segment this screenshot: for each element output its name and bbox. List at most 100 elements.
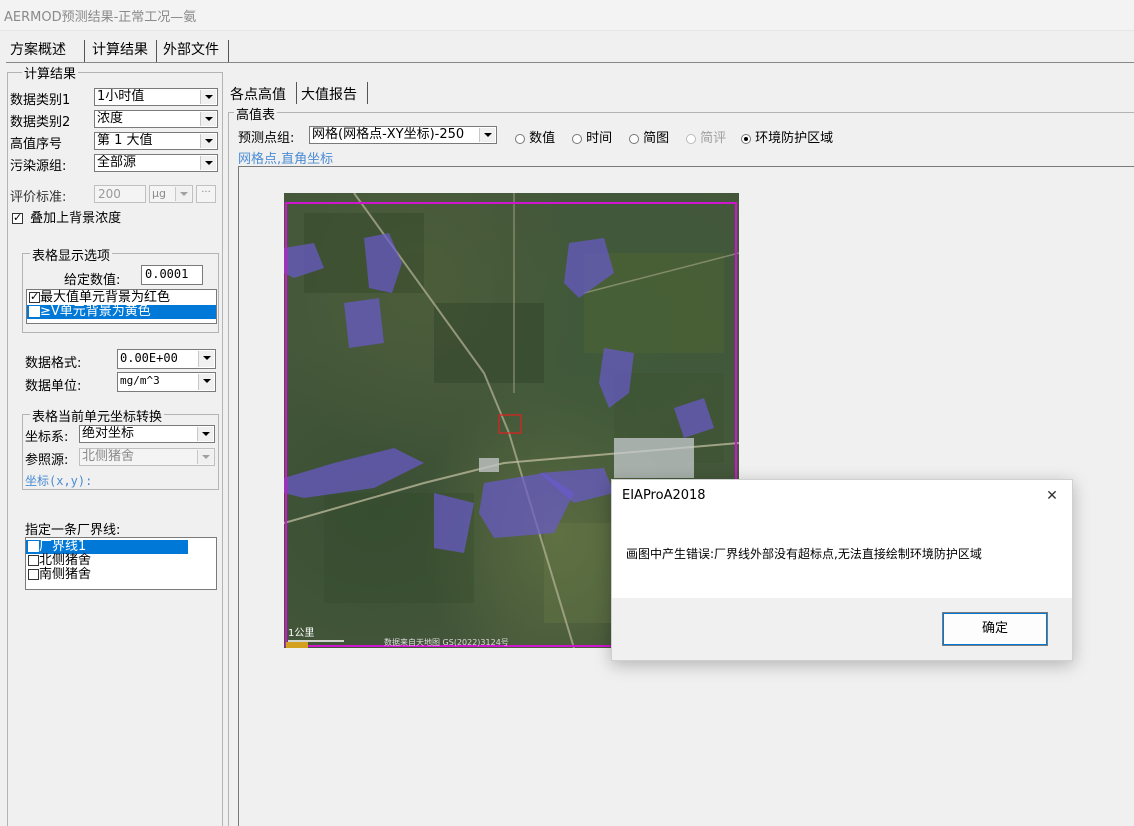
list-item[interactable]: 厂界线1 bbox=[26, 538, 188, 554]
chevron-down-icon[interactable] bbox=[479, 128, 495, 142]
error-dialog: EIAProA2018 ✕ 画图中产生错误:厂界线外部没有超标点,无法直接绘制环… bbox=[611, 479, 1073, 661]
title-bar: AERMOD预测结果-正常工况—氨 bbox=[0, 0, 1134, 31]
radio-icon[interactable] bbox=[741, 133, 751, 144]
radio-label: 时间 bbox=[586, 131, 613, 146]
coord-system-label: 坐标系: bbox=[25, 430, 69, 445]
chevron-down-icon[interactable] bbox=[200, 112, 216, 126]
unit-select[interactable]: mg/m^3 bbox=[117, 372, 216, 392]
chevron-down-icon[interactable] bbox=[200, 156, 216, 170]
tab-underline bbox=[6, 62, 1134, 63]
list-item[interactable]: ≥V单元背景为黄色 bbox=[27, 303, 216, 319]
boundary-title: 指定一条厂界线: bbox=[25, 523, 121, 538]
chevron-down-icon[interactable] bbox=[200, 134, 216, 148]
list-item[interactable]: 北侧猪舍 bbox=[26, 554, 216, 568]
add-background-checkbox[interactable]: 叠加上背景浓度 bbox=[12, 207, 121, 226]
grid-caption: 网格点,直角坐标 bbox=[238, 152, 334, 167]
results-group-title: 计算结果 bbox=[22, 63, 79, 82]
ok-button[interactable]: 确定 bbox=[942, 612, 1048, 646]
data-type1-value: 1小时值 bbox=[97, 89, 145, 104]
checkbox-icon[interactable] bbox=[28, 569, 39, 580]
tab-results[interactable]: 计算结果 bbox=[88, 40, 152, 60]
tab-separator bbox=[367, 82, 368, 104]
map-credit: 数据来自天地图 GS(2022)3124号 bbox=[384, 638, 509, 647]
close-icon[interactable]: ✕ bbox=[1040, 484, 1064, 508]
given-value-input[interactable]: 0.0001 bbox=[141, 265, 203, 285]
list-item[interactable]: 南侧猪舍 bbox=[26, 568, 216, 582]
scale-label: 1公里 bbox=[288, 628, 315, 639]
point-group-select[interactable]: 网格(网格点-XY坐标)-250 bbox=[309, 126, 497, 144]
data-type2-value: 浓度 bbox=[97, 111, 124, 126]
radio-label: 环境防护区域 bbox=[755, 131, 834, 146]
list-item-label: ≥V单元背景为黄色 bbox=[40, 304, 151, 319]
chevron-down-icon[interactable] bbox=[198, 351, 214, 367]
ref-source-value: 北侧猪舍 bbox=[82, 449, 135, 464]
ref-source-label: 参照源: bbox=[25, 453, 69, 468]
checkbox-icon[interactable] bbox=[12, 210, 23, 226]
eval-std-unit-select[interactable]: μg bbox=[149, 185, 193, 203]
list-item-label: 南侧猪舍 bbox=[39, 567, 92, 582]
eval-std-input[interactable]: 200 bbox=[94, 185, 146, 203]
tab-separator bbox=[84, 40, 85, 62]
radio-icon[interactable] bbox=[515, 133, 525, 144]
source-group-label: 污染源组: bbox=[10, 159, 67, 174]
checkbox-icon[interactable] bbox=[28, 555, 39, 566]
radio-sketch[interactable]: 简图 bbox=[629, 127, 669, 146]
format-label: 数据格式: bbox=[25, 356, 82, 371]
greenhouse-block bbox=[614, 438, 694, 478]
high-table-title: 高值表 bbox=[234, 104, 278, 123]
radio-values[interactable]: 数值 bbox=[515, 127, 555, 146]
unit-value: mg/m^3 bbox=[120, 374, 160, 387]
dialog-title: EIAProA2018 bbox=[622, 488, 706, 503]
eval-std-label: 评价标准: bbox=[10, 190, 67, 205]
ref-source-select[interactable]: 北侧猪舍 bbox=[79, 448, 215, 466]
eval-std-more-button[interactable]: ··· bbox=[196, 185, 216, 203]
table-options-title: 表格显示选项 bbox=[30, 245, 113, 264]
list-item[interactable]: 最大值单元背景为红色 bbox=[27, 289, 216, 305]
radio-label: 简评 bbox=[700, 131, 727, 146]
chevron-down-icon[interactable] bbox=[197, 427, 213, 441]
window-title: AERMOD预测结果-正常工况—氨 bbox=[4, 10, 197, 25]
chevron-down-icon[interactable] bbox=[200, 90, 216, 104]
tab-point-highs[interactable]: 各点高值 bbox=[230, 84, 286, 104]
coord-convert-title: 表格当前单元坐标转换 bbox=[30, 406, 165, 425]
source-group-select[interactable]: 全部源 bbox=[94, 154, 218, 172]
radio-icon[interactable] bbox=[629, 133, 639, 144]
eval-std-unit: μg bbox=[152, 187, 166, 200]
tab-overview[interactable]: 方案概述 bbox=[6, 40, 70, 60]
source-group-value: 全部源 bbox=[97, 155, 137, 170]
high-order-label: 高值序号 bbox=[10, 137, 63, 152]
point-group-value: 网格(网格点-XY坐标)-250 bbox=[312, 127, 465, 142]
radio-time[interactable]: 时间 bbox=[572, 127, 612, 146]
radio-icon[interactable] bbox=[572, 133, 582, 144]
chevron-down-icon[interactable] bbox=[175, 187, 191, 201]
list-item-label: 厂界线1 bbox=[39, 539, 87, 554]
list-item-label: 北侧猪舍 bbox=[39, 553, 92, 568]
building-cluster bbox=[479, 458, 499, 472]
data-type1-select[interactable]: 1小时值 bbox=[94, 88, 218, 106]
tab-high-report[interactable]: 大值报告 bbox=[301, 84, 357, 104]
data-type2-label: 数据类别2 bbox=[10, 115, 71, 130]
data-type1-label: 数据类别1 bbox=[10, 93, 71, 108]
coord-readout: 坐标(x,y): bbox=[25, 474, 93, 488]
table-options-list: 最大值单元背景为红色 ≥V单元背景为黄色 bbox=[26, 289, 217, 324]
coord-system-value: 绝对坐标 bbox=[82, 426, 135, 441]
radio-brief-eval[interactable]: 简评 bbox=[686, 127, 726, 146]
chevron-down-icon[interactable] bbox=[198, 374, 214, 390]
checkbox-icon[interactable] bbox=[29, 289, 40, 305]
list-item-label: 最大值单元背景为红色 bbox=[40, 290, 171, 305]
checkbox-icon[interactable] bbox=[29, 303, 40, 319]
radio-label: 数值 bbox=[529, 131, 556, 146]
chevron-down-icon[interactable] bbox=[197, 450, 213, 464]
tab-external-files[interactable]: 外部文件 bbox=[159, 40, 223, 60]
dialog-message: 画图中产生错误:厂界线外部没有超标点,无法直接绘制环境防护区域 bbox=[626, 547, 982, 561]
checkbox-icon[interactable] bbox=[28, 538, 39, 554]
data-type2-select[interactable]: 浓度 bbox=[94, 110, 218, 128]
high-order-select[interactable]: 第 1 大值 bbox=[94, 132, 218, 150]
format-select[interactable]: 0.00E+00 bbox=[117, 349, 216, 369]
radio-protection-zone[interactable]: 环境防护区域 bbox=[741, 127, 833, 146]
format-value: 0.00E+00 bbox=[120, 351, 178, 365]
given-value-label: 给定数值: bbox=[64, 273, 121, 288]
radio-label: 简图 bbox=[643, 131, 670, 146]
coord-system-select[interactable]: 绝对坐标 bbox=[79, 425, 215, 443]
radio-icon[interactable] bbox=[686, 133, 696, 144]
